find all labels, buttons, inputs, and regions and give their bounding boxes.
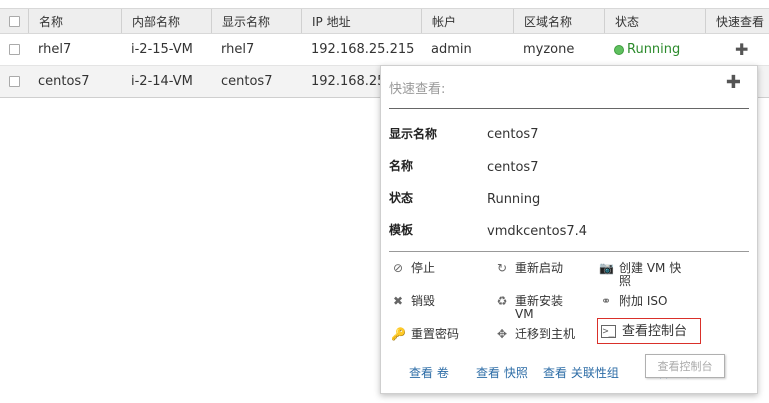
col-ip[interactable]: IP 地址 (301, 9, 421, 33)
col-quickview: 快速查看 (705, 9, 769, 33)
cell-name[interactable]: centos7 (28, 66, 121, 97)
key-icon: 🔑 (391, 327, 406, 341)
row-checkbox-cell[interactable] (0, 34, 28, 65)
select-all-checkbox-cell[interactable] (0, 9, 28, 33)
reset-password-action[interactable]: 🔑 重置密码 (391, 328, 459, 341)
view-affinity-groups-link[interactable]: 查看 关联性组 (543, 364, 619, 381)
cell-account: admin (431, 42, 472, 57)
col-status[interactable]: 状态 (604, 9, 705, 33)
detail-label-state: 状态 (389, 191, 414, 205)
detail-value-template: vmdkcentos7.4 (487, 224, 588, 239)
paperclip-icon: ⚭ (600, 294, 612, 308)
detail-label-name: 名称 (389, 159, 414, 173)
detail-label-template: 模板 (389, 223, 414, 237)
quickview-popup: 快速查看: ✚ 显示名称 centos7 名称 centos7 状态 Runni… (380, 65, 758, 394)
divider (389, 108, 749, 109)
row-checkbox[interactable] (8, 76, 20, 87)
view-snapshots-link[interactable]: 查看 快照 (476, 364, 528, 381)
col-zone[interactable]: 区域名称 (513, 9, 604, 33)
cell-quickview[interactable]: ✚ (705, 34, 769, 65)
view-volumes-link[interactable]: 查看 卷 (409, 364, 449, 381)
col-account[interactable]: 帐户 (421, 9, 513, 33)
status-badge: Running (614, 42, 680, 57)
detail-value-state: Running (487, 192, 541, 207)
detail-value-display-name: centos7 (487, 127, 539, 142)
terminal-icon: >_ (601, 325, 616, 338)
col-internal-name[interactable]: 内部名称 (121, 9, 211, 33)
running-status-icon (614, 44, 624, 55)
cell-display-name: centos7 (221, 74, 273, 89)
view-console-action[interactable]: >_ 查看控制台 (601, 325, 687, 338)
cell-status: Running (604, 34, 705, 65)
close-icon: ✖ (392, 294, 404, 308)
cell-display-name: rhel7 (221, 42, 255, 57)
col-name[interactable]: 名称 (28, 9, 121, 33)
row-checkbox[interactable] (8, 44, 20, 55)
restart-icon: ↻ (496, 261, 508, 275)
stop-icon: ⊘ (392, 261, 404, 275)
destroy-action[interactable]: ✖ 销毁 (391, 295, 435, 308)
migrate-action[interactable]: ✥ 迁移到主机 (495, 328, 575, 341)
cell-ip: 192.168.25.215 (311, 42, 415, 57)
quickview-plus-icon[interactable]: ✚ (726, 72, 741, 93)
detail-label-display-name: 显示名称 (389, 127, 438, 141)
detail-value-name: centos7 (487, 160, 539, 175)
row-checkbox-cell[interactable] (0, 66, 28, 97)
snapshot-action[interactable]: 📷 创建 VM 快照 (599, 262, 699, 288)
cell-name[interactable]: rhel7 (28, 34, 121, 65)
console-tooltip: 查看控制台 (645, 354, 725, 378)
select-all-checkbox[interactable] (8, 15, 20, 27)
col-display-name[interactable]: 显示名称 (211, 9, 301, 33)
cell-internal-name: i-2-14-VM (131, 74, 193, 89)
camera-icon: 📷 (599, 261, 614, 275)
quickview-plus-icon[interactable]: ✚ (735, 40, 748, 59)
attach-iso-action[interactable]: ⚭ 附加 ISO (599, 295, 667, 308)
stop-action[interactable]: ⊘ 停止 (391, 262, 435, 275)
status-text: Running (627, 42, 681, 57)
reinstall-action[interactable]: ♻ 重新安装 VM (495, 295, 571, 321)
quickview-title: 快速查看: (389, 82, 446, 97)
divider (389, 251, 749, 252)
recycle-icon: ♻ (496, 294, 508, 308)
move-icon: ✥ (496, 327, 508, 341)
table-row[interactable]: rhel7 i-2-15-VM rhel7 192.168.25.215 adm… (0, 34, 769, 66)
table-header: 名称 内部名称 显示名称 IP 地址 帐户 区域名称 状态 快速查看 (0, 8, 769, 34)
cell-zone: myzone (523, 42, 575, 57)
restart-action[interactable]: ↻ 重新启动 (495, 262, 563, 275)
cell-internal-name: i-2-15-VM (131, 42, 193, 57)
